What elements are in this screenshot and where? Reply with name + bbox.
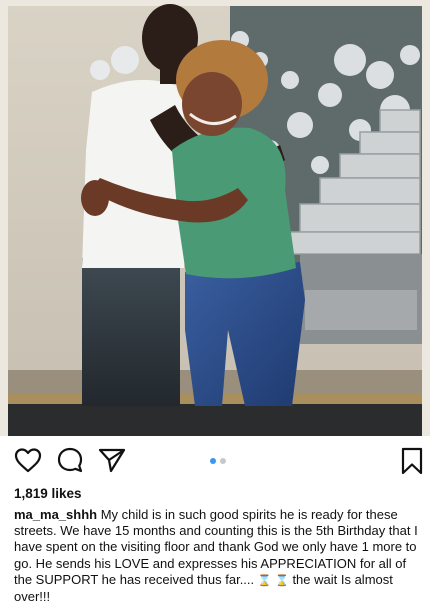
photo-illustration xyxy=(0,0,430,436)
heart-icon xyxy=(14,448,42,473)
carousel-dot xyxy=(220,458,226,464)
like-count[interactable]: 1,819 likes xyxy=(14,486,82,501)
instagram-post: 1,819 likes ma_ma_shhh My child is in su… xyxy=(0,0,430,604)
save-button[interactable] xyxy=(396,445,428,477)
bookmark-icon xyxy=(401,447,423,475)
share-button[interactable] xyxy=(96,444,128,476)
hourglass-emoji-1: ⌛ xyxy=(257,574,272,587)
comment-icon xyxy=(57,447,83,473)
action-bar xyxy=(0,440,430,480)
carousel-indicator xyxy=(210,458,226,464)
post-photo[interactable] xyxy=(0,0,430,436)
paper-plane-icon xyxy=(98,448,126,473)
comment-button[interactable] xyxy=(54,444,86,476)
hourglass-emoji-2: ⌛ xyxy=(275,574,289,587)
carousel-dot-active xyxy=(210,458,216,464)
post-caption: ma_ma_shhh My child is in such good spir… xyxy=(14,507,418,605)
username-link[interactable]: ma_ma_shhh xyxy=(14,507,97,522)
like-button[interactable] xyxy=(12,444,44,476)
